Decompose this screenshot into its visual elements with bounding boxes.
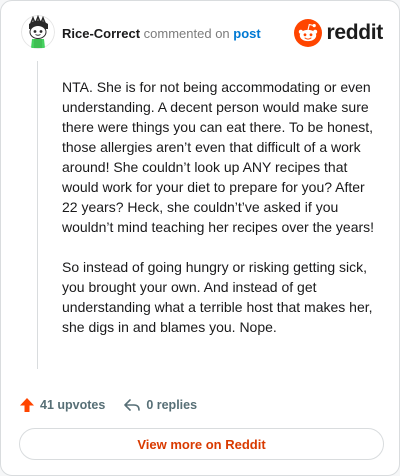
comment-body: NTA. She is for not being accommodating … <box>62 77 380 357</box>
comment-paragraph: NTA. She is for not being accommodating … <box>62 79 375 235</box>
thread-line <box>37 61 38 369</box>
username[interactable]: Rice-Correct <box>62 26 140 41</box>
comment-header: Rice-Correct commented on post reddit <box>21 15 383 55</box>
reply-stat[interactable]: 0 replies <box>123 397 197 413</box>
upvote-count: 41 upvotes <box>40 398 106 412</box>
reply-arrow-icon <box>124 399 141 411</box>
post-link[interactable]: post <box>233 26 260 41</box>
brand-wordmark: reddit <box>326 21 383 44</box>
avatar[interactable] <box>21 15 55 49</box>
embedded-comment-card: Rice-Correct commented on post reddit NT… <box>0 0 400 476</box>
upvote-stat[interactable]: 41 upvotes <box>19 397 105 413</box>
comment-footer: 41 upvotes 0 replies <box>19 395 215 415</box>
reddit-brand[interactable]: reddit <box>294 19 383 47</box>
comment-meta: Rice-Correct commented on post <box>62 26 261 42</box>
snoo-avatar-icon <box>21 15 55 49</box>
reply-count: 0 replies <box>146 398 198 412</box>
comment-paragraph: So instead of going hungry or risking ge… <box>62 259 373 335</box>
view-more-button[interactable]: View more on Reddit <box>19 428 384 460</box>
upvote-arrow-icon <box>20 398 34 412</box>
reddit-logo-icon <box>294 19 323 47</box>
action-text: commented on <box>143 26 230 41</box>
